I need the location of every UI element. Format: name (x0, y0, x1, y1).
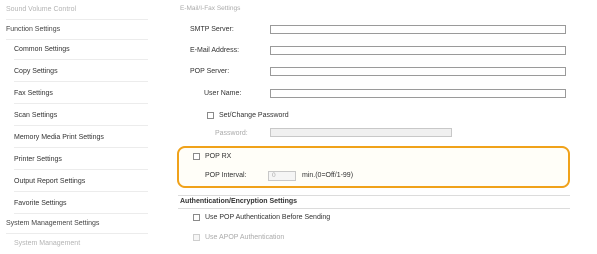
email-address-input[interactable] (270, 46, 566, 55)
pop-server-label: POP Server: (190, 68, 230, 75)
sidebar-item-label: Fax Settings (14, 90, 53, 97)
pop-rx-checkbox[interactable] (193, 153, 200, 160)
sidebar-item-label: Printer Settings (14, 156, 62, 163)
sidebar-item-label: Scan Settings (14, 112, 58, 119)
sidebar-item-label: Sound Volume Control (6, 6, 77, 13)
email-address-label: E-Mail Address: (190, 47, 240, 54)
sidebar-item-output-report-settings[interactable]: Output Report Settings (14, 172, 148, 192)
sidebar-item-label: Common Settings (14, 46, 70, 53)
sidebar-item-printer-settings[interactable]: Printer Settings (14, 150, 148, 170)
set-change-password-checkbox[interactable] (207, 112, 214, 119)
use-apop-auth-checkbox[interactable] (193, 234, 200, 241)
email-fax-settings-title: E-Mail/I-Fax Settings (180, 5, 241, 12)
sidebar-item-label: System Management Settings (6, 220, 100, 227)
password-input[interactable] (270, 128, 452, 137)
sidebar-item-memory-media-print-settings[interactable]: Memory Media Print Settings (14, 128, 148, 148)
pop-rx-label: POP RX (205, 153, 232, 160)
user-name-input[interactable] (270, 89, 566, 98)
sidebar-item-label: Function Settings (6, 26, 61, 33)
pop-rx-highlight-box (177, 146, 570, 188)
sidebar-item-label: Output Report Settings (14, 178, 86, 185)
smtp-server-label: SMTP Server: (190, 26, 234, 33)
sidebar-group-function-settings[interactable]: Function Settings (6, 20, 148, 40)
pop-interval-value: 0 (272, 172, 276, 179)
pop-interval-input[interactable]: 0 (268, 171, 296, 181)
sidebar-item-favorite-settings[interactable]: Favorite Settings (14, 194, 148, 214)
use-pop-auth-label: Use POP Authentication Before Sending (205, 214, 331, 221)
auth-encryption-title: Authentication/Encryption Settings (180, 198, 298, 205)
sidebar-item-label: Memory Media Print Settings (14, 134, 104, 141)
sidebar-item-sound-volume-control[interactable]: Sound Volume Control (6, 0, 148, 20)
sidebar-item-label: Copy Settings (14, 68, 58, 75)
section-divider (178, 195, 570, 196)
sidebar-item-scan-settings[interactable]: Scan Settings (14, 106, 148, 126)
use-apop-auth-label: Use APOP Authentication (205, 234, 285, 241)
sidebar-item-fax-settings[interactable]: Fax Settings (14, 84, 148, 104)
pop-server-input[interactable] (270, 67, 566, 76)
sidebar-item-copy-settings[interactable]: Copy Settings (14, 62, 148, 82)
sidebar-item-common-settings[interactable]: Common Settings (14, 40, 148, 60)
password-label: Password: (215, 130, 248, 137)
settings-sidebar: Sound Volume Control Function Settings C… (0, 0, 150, 247)
user-name-label: User Name: (204, 90, 242, 97)
smtp-server-input[interactable] (270, 25, 566, 34)
sidebar-item-label: Favorite Settings (14, 200, 67, 207)
sidebar-group-system-management-settings[interactable]: System Management Settings (6, 214, 148, 234)
auth-title-underline (178, 208, 570, 209)
pop-interval-hint: min.(0=Off/1-99) (302, 172, 354, 179)
use-pop-auth-checkbox[interactable] (193, 214, 200, 221)
sidebar-item-system-management[interactable]: System Management (14, 234, 148, 254)
set-change-password-label: Set/Change Password (219, 112, 289, 119)
pop-interval-label: POP Interval: (205, 172, 247, 179)
